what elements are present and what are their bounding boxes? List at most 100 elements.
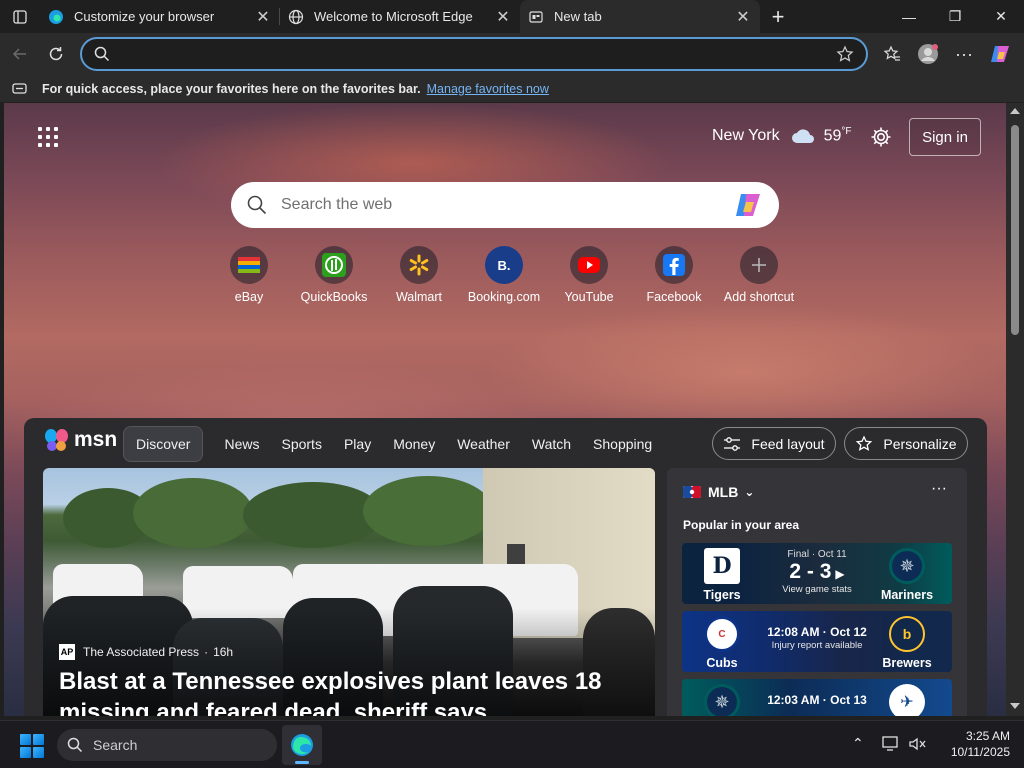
tab-close-icon[interactable]: ✕ xyxy=(494,8,512,26)
new-tab-button[interactable]: + xyxy=(760,0,796,33)
game-stats-link[interactable]: View game stats xyxy=(762,584,872,595)
favorite-star-icon[interactable] xyxy=(836,45,854,63)
photo-tree xyxy=(243,482,383,548)
restore-icon[interactable]: ❐ xyxy=(932,0,978,33)
tab-close-icon[interactable]: ✕ xyxy=(734,8,752,26)
ap-logo-icon: AP xyxy=(59,644,75,660)
source-separator: · xyxy=(204,645,209,659)
copilot-icon[interactable] xyxy=(982,36,1018,72)
address-input[interactable] xyxy=(118,46,836,62)
msn-logo[interactable]: msn xyxy=(44,428,117,452)
story-headline[interactable]: Blast at a Tennessee explosives plant le… xyxy=(59,666,639,716)
feed-layout-label: Feed layout xyxy=(751,435,825,452)
quickbooks-icon xyxy=(315,246,353,284)
manage-favorites-link[interactable]: Manage favorites now xyxy=(427,82,549,96)
booking-icon: B. xyxy=(485,246,523,284)
minimize-icon[interactable]: — xyxy=(886,0,932,33)
team-name: Mariners xyxy=(880,588,934,602)
personalize-button[interactable]: Personalize xyxy=(844,427,968,460)
tab-actions-button[interactable] xyxy=(0,0,40,33)
msn-logo-text: msn xyxy=(74,428,118,451)
shortcut-add[interactable]: Add shortcut xyxy=(714,246,804,304)
scroll-up-icon[interactable] xyxy=(1010,108,1020,114)
shortcut-facebook[interactable]: Facebook xyxy=(629,246,719,304)
feed-layout-button[interactable]: Feed layout xyxy=(712,427,836,460)
settings-gear-icon[interactable] xyxy=(870,126,892,148)
personalize-star-icon xyxy=(856,434,873,451)
plus-icon xyxy=(740,246,778,284)
shortcut-booking[interactable]: B. Booking.com xyxy=(459,246,549,304)
nav-discover[interactable]: Discover xyxy=(123,426,204,462)
nav-sports[interactable]: Sports xyxy=(270,427,332,461)
app-launcher-icon[interactable] xyxy=(38,127,58,147)
scroll-down-icon[interactable] xyxy=(1010,703,1020,709)
chevron-up-icon[interactable]: ⌃ xyxy=(852,735,864,752)
taskbar-search[interactable]: Search xyxy=(57,729,277,761)
web-search-box[interactable]: Search the web xyxy=(231,182,779,228)
page-scrollbar[interactable] xyxy=(1006,103,1024,716)
cloud-icon xyxy=(791,129,814,143)
tab-welcome[interactable]: Welcome to Microsoft Edge ✕ xyxy=(280,0,520,33)
copilot-icon[interactable] xyxy=(733,190,763,220)
scrollbar-thumb[interactable] xyxy=(1011,125,1019,335)
game-card[interactable]: ✵ 12:03 AM · Oct 13 ✈ xyxy=(682,679,952,716)
favorites-icon[interactable] xyxy=(874,36,910,72)
cubs-logo-icon: C xyxy=(704,616,740,652)
windows-start-icon[interactable] xyxy=(20,734,44,758)
search-icon xyxy=(67,737,83,753)
profile-avatar-icon[interactable] xyxy=(910,36,946,72)
mlb-header[interactable]: MLB ⌄ xyxy=(683,484,754,500)
shortcut-ebay[interactable]: eBay xyxy=(204,246,294,304)
edge-icon xyxy=(48,9,64,25)
close-window-icon[interactable]: ✕ xyxy=(978,0,1024,33)
shortcut-quickbooks[interactable]: QuickBooks xyxy=(289,246,379,304)
hero-story-card[interactable]: AP The Associated Press · 16h Blast at a… xyxy=(43,468,655,716)
toolbar-right: ··· xyxy=(874,36,1018,72)
search-placeholder[interactable]: Search the web xyxy=(281,196,733,214)
team-away: ✵ Mariners xyxy=(877,548,937,602)
new-tab-icon xyxy=(528,9,544,25)
shortcut-label: Walmart xyxy=(395,290,443,304)
game-status: 12:03 AM · Oct 13 xyxy=(762,685,872,707)
game-card[interactable]: D Tigers Final · Oct 11 2 - 3 ▶ View game… xyxy=(682,543,952,604)
ebay-icon xyxy=(230,246,268,284)
shortcut-walmart[interactable]: Walmart xyxy=(374,246,464,304)
brewers-logo-icon: b xyxy=(889,616,925,652)
clock-time: 3:25 AM xyxy=(965,729,1010,743)
more-options-icon[interactable]: ··· xyxy=(931,480,947,498)
photo-tree xyxy=(363,476,493,546)
display-icon[interactable] xyxy=(882,735,900,752)
refresh-icon[interactable] xyxy=(38,36,74,72)
tab-customize[interactable]: Customize your browser ✕ xyxy=(40,0,280,33)
volume-muted-icon[interactable] xyxy=(908,736,926,752)
team-name: Tigers xyxy=(703,588,741,602)
nav-money[interactable]: Money xyxy=(382,427,446,461)
taskbar-edge-button[interactable] xyxy=(282,725,322,765)
game-status: 12:08 AM · Oct 12 Injury report availabl… xyxy=(762,617,872,651)
nav-news[interactable]: News xyxy=(213,427,270,461)
taskbar-clock[interactable]: 3:25 AM 10/11/2025 xyxy=(930,728,1010,760)
mariners-logo-icon: ✵ xyxy=(704,684,740,716)
taskbar-search-label: Search xyxy=(93,737,138,753)
shortcut-youtube[interactable]: YouTube xyxy=(544,246,634,304)
back-icon[interactable] xyxy=(2,36,38,72)
nav-shopping[interactable]: Shopping xyxy=(582,427,663,461)
window-controls: — ❐ ✕ xyxy=(886,0,1024,33)
address-bar[interactable] xyxy=(80,37,868,71)
game-card[interactable]: C Cubs 12:08 AM · Oct 12 Injury report a… xyxy=(682,611,952,672)
weather-temp: 59°F xyxy=(823,126,852,145)
youtube-icon xyxy=(570,246,608,284)
search-icon xyxy=(94,46,110,62)
tab-close-icon[interactable]: ✕ xyxy=(254,8,272,26)
story-age: 16h xyxy=(213,645,234,659)
sign-in-button[interactable]: Sign in xyxy=(909,118,981,156)
tab-new-tab[interactable]: New tab ✕ xyxy=(520,0,760,33)
nav-play[interactable]: Play xyxy=(333,427,382,461)
nav-weather[interactable]: Weather xyxy=(446,427,521,461)
nav-watch[interactable]: Watch xyxy=(521,427,582,461)
clock-date: 10/11/2025 xyxy=(950,745,1010,759)
more-options-icon[interactable]: ··· xyxy=(946,36,982,72)
weather-widget[interactable]: New York 59°F xyxy=(712,126,852,145)
weather-city: New York xyxy=(712,126,780,144)
injury-report[interactable]: Injury report available xyxy=(762,640,872,651)
